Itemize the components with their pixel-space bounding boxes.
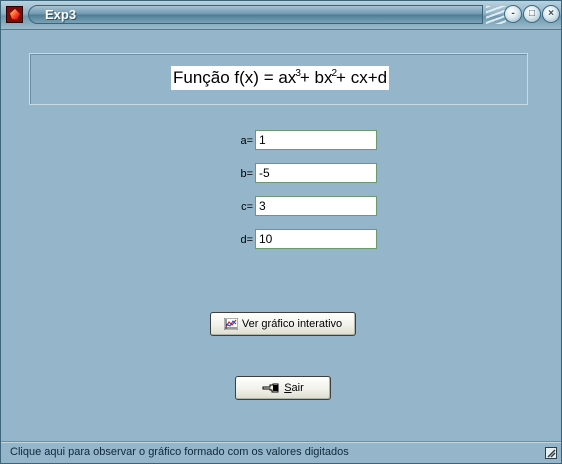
label-c: c= — [241, 201, 253, 213]
formula-prefix: Função f(x) = ax — [173, 68, 297, 87]
status-text: Clique aqui para observar o gráfico form… — [10, 446, 349, 458]
input-c[interactable] — [255, 196, 377, 216]
maximize-icon: □ — [528, 8, 536, 19]
title-bar[interactable]: Exp3 - □ × — [1, 1, 561, 30]
title-tab: Exp3 — [28, 5, 483, 24]
view-graph-button[interactable]: Ver gráfico interativo — [210, 312, 356, 336]
exit-button[interactable]: Sair — [235, 376, 331, 400]
formula-exponent-2: 2 — [331, 68, 338, 79]
close-button[interactable]: × — [542, 5, 560, 23]
formula-middle: + bx — [299, 68, 333, 87]
exit-label: Sair — [284, 382, 304, 394]
minimize-button[interactable]: - — [504, 5, 522, 23]
title-decoration — [486, 6, 506, 24]
app-window: Exp3 - □ × Função f(x) = ax3+ bx2+ cx+d … — [0, 0, 562, 464]
input-a[interactable] — [255, 130, 377, 150]
formula-heading: Função f(x) = ax3+ bx2+ cx+d — [171, 66, 390, 90]
minimize-icon: - — [511, 8, 515, 19]
window-title: Exp3 — [45, 7, 77, 22]
label-b: b= — [240, 168, 253, 180]
app-icon[interactable] — [6, 6, 23, 23]
maximize-button[interactable]: □ — [523, 5, 541, 23]
formula-exponent-3: 3 — [295, 68, 301, 79]
input-b[interactable] — [255, 163, 377, 183]
status-bar[interactable]: Clique aqui para observar o gráfico form… — [1, 441, 561, 463]
formula-suffix: + cx+d — [336, 68, 388, 87]
input-d[interactable] — [255, 229, 377, 249]
pointing-hand-icon — [262, 382, 280, 394]
view-graph-label: Ver gráfico interativo — [241, 318, 343, 330]
label-a: a= — [240, 135, 253, 147]
resize-grip-icon[interactable] — [545, 446, 557, 459]
label-d: d= — [240, 234, 253, 246]
chart-icon — [223, 317, 239, 331]
close-icon: × — [548, 8, 554, 19]
